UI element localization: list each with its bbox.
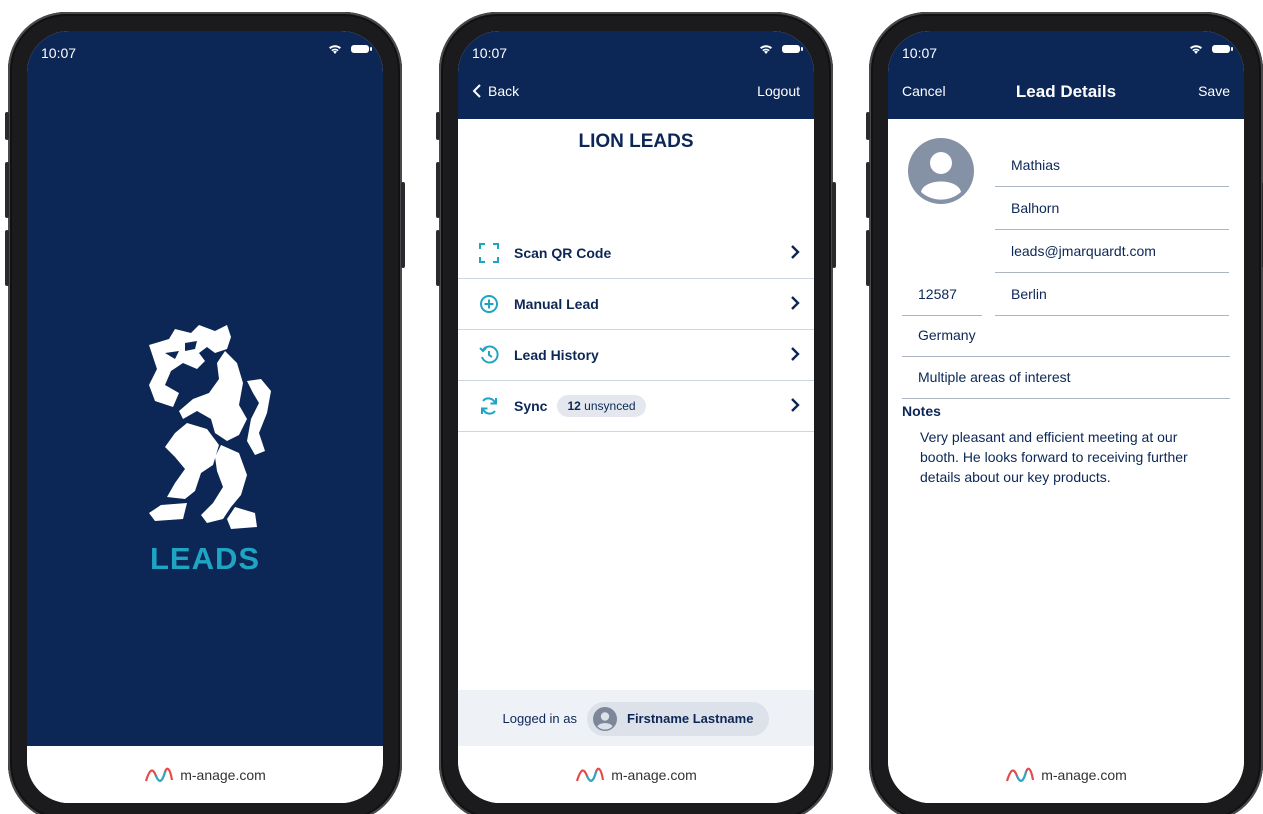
phone-home: 10:07 Back Logout LION LEADS Scan QR Cod… [436, 12, 836, 814]
screen: 10:07 Back Logout LION LEADS Scan QR Cod… [458, 31, 814, 803]
status-time: 10:07 [41, 45, 77, 61]
status-bar: 10:07 [458, 31, 814, 75]
side-button [866, 112, 870, 140]
footer: m-anage.com [888, 746, 1244, 803]
splash-background: 10:07 LEADS [27, 31, 383, 746]
side-button [866, 230, 870, 286]
wifi-icon [760, 45, 772, 54]
city-field[interactable]: Berlin [995, 273, 1229, 316]
last-name-field[interactable]: Balhorn [995, 187, 1229, 230]
screen: 10:07 LEADS m-anage.com [27, 31, 383, 803]
phone-lead-details: 10:07 Lead Details Cancel Save Mathias B… [866, 12, 1263, 814]
main-menu: Scan QR Code Manual Lead Lead History Sy… [458, 228, 814, 432]
side-button [436, 230, 440, 286]
back-label: Back [488, 83, 520, 99]
battery-icon [1212, 45, 1233, 53]
unsynced-badge: 12 unsynced [557, 395, 646, 417]
notes-text[interactable]: Very pleasant and efficient meeting at o… [920, 427, 1220, 487]
chevron-right-icon [791, 398, 800, 412]
back-button[interactable]: Back [472, 83, 519, 99]
lion-logo-icon [149, 325, 271, 529]
side-button [866, 162, 870, 218]
zip-field[interactable]: 12587 [902, 273, 982, 316]
nav-bar: 10:07 Lead Details Cancel Save [888, 31, 1244, 119]
status-time: 10:07 [472, 45, 508, 61]
login-status-bar: Logged in as Firstname Lastname [458, 690, 814, 747]
footer-domain[interactable]: m-anage.com [180, 767, 266, 783]
wifi-icon [329, 45, 341, 54]
logout-button[interactable]: Logout [757, 83, 800, 99]
unsynced-count: 12 [567, 399, 581, 413]
menu-item-label: Sync [514, 398, 548, 414]
logged-in-label: Logged in as [502, 711, 577, 726]
contact-avatar-icon [908, 138, 974, 204]
battery-icon [782, 45, 803, 53]
wifi-icon [1190, 45, 1202, 54]
screen: 10:07 Lead Details Cancel Save Mathias B… [888, 31, 1244, 803]
m-anage-logo-icon [1006, 767, 1035, 782]
side-button [832, 182, 836, 268]
footer: m-anage.com [458, 746, 814, 803]
user-chip[interactable]: Firstname Lastname [587, 701, 770, 736]
plus-circle-icon [478, 293, 500, 315]
history-icon [478, 344, 500, 366]
footer-domain[interactable]: m-anage.com [611, 767, 697, 783]
menu-item-label: Manual Lead [514, 296, 599, 312]
m-anage-logo-icon [145, 767, 174, 782]
battery-icon [351, 45, 372, 53]
unsynced-text: unsynced [584, 399, 636, 413]
chevron-right-icon [791, 245, 800, 259]
chevron-right-icon [791, 347, 800, 361]
status-time: 10:07 [902, 45, 938, 61]
side-button [401, 182, 405, 268]
page-title: LION LEADS [578, 131, 694, 152]
m-anage-logo-icon [576, 767, 605, 782]
save-button[interactable]: Save [1198, 83, 1230, 99]
interest-field[interactable]: Multiple areas of interest [902, 356, 1230, 399]
status-bar: 10:07 [27, 31, 383, 75]
menu-item-label: Scan QR Code [514, 245, 612, 261]
user-avatar-icon [593, 706, 617, 731]
status-bar: 10:07 [888, 31, 1244, 75]
menu-item-lead-history[interactable]: Lead History [458, 330, 814, 381]
footer-domain[interactable]: m-anage.com [1041, 767, 1127, 783]
nav-bar: 10:07 Back Logout [458, 31, 814, 119]
notes-label: Notes [902, 403, 941, 419]
country-field[interactable]: Germany [902, 314, 1230, 357]
phone-splash: 10:07 LEADS m-anage.com [5, 12, 405, 814]
email-field[interactable]: leads@jmarquardt.com [995, 230, 1229, 273]
menu-item-sync[interactable]: Sync 12 unsynced [458, 381, 814, 432]
cancel-button[interactable]: Cancel [902, 83, 946, 99]
side-button [5, 112, 9, 140]
leads-wordmark: LEADS [149, 541, 261, 576]
menu-item-manual-lead[interactable]: Manual Lead [458, 279, 814, 330]
side-button [5, 162, 9, 218]
menu-item-scan-qr[interactable]: Scan QR Code [458, 228, 814, 279]
footer: m-anage.com [27, 746, 383, 803]
qr-scan-icon [478, 242, 500, 264]
chevron-right-icon [791, 296, 800, 310]
first-name-field[interactable]: Mathias [995, 144, 1229, 187]
user-name: Firstname Lastname [627, 711, 754, 726]
menu-item-label: Lead History [514, 347, 599, 363]
chevron-left-icon [472, 84, 481, 98]
sync-icon [478, 395, 500, 417]
side-button [5, 230, 9, 286]
side-button [436, 112, 440, 140]
side-button [436, 162, 440, 218]
